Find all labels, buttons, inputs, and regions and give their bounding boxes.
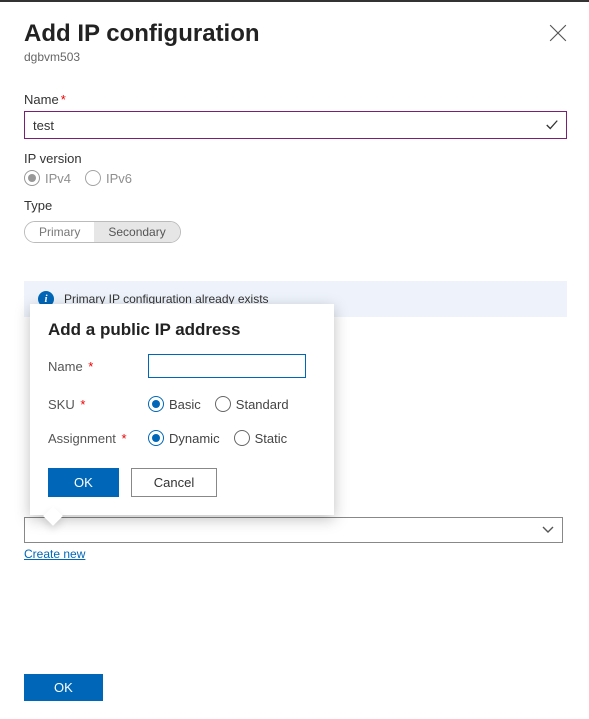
name-input-wrap [24, 111, 567, 139]
panel-title: Add IP configuration [24, 20, 567, 48]
type-pill-group: Primary Secondary [24, 221, 181, 243]
check-icon [545, 118, 559, 132]
popup-name-input[interactable] [148, 354, 306, 378]
popup-title: Add a public IP address [48, 320, 316, 340]
type-primary: Primary [25, 222, 94, 242]
popup-sku-label: SKU * [48, 397, 148, 412]
name-field: Name* [24, 92, 567, 139]
assignment-static-label: Static [255, 431, 288, 446]
ok-button[interactable]: OK [24, 674, 103, 701]
popup-name-label: Name * [48, 359, 148, 374]
chevron-down-icon [542, 521, 554, 539]
name-label: Name* [24, 92, 567, 107]
popup-ok-button[interactable]: OK [48, 468, 119, 497]
add-public-ip-popup: Add a public IP address Name * SKU * Bas… [30, 304, 334, 515]
popup-cancel-button[interactable]: Cancel [131, 468, 217, 497]
ipv6-label: IPv6 [106, 171, 132, 186]
sku-standard-label: Standard [236, 397, 289, 412]
public-ip-select[interactable] [24, 517, 563, 543]
popup-buttons: OK Cancel [48, 468, 316, 497]
ipversion-field: IP version IPv4 IPv6 [24, 151, 567, 186]
panel-subtitle: dgbvm503 [24, 50, 567, 64]
footer: OK [24, 674, 103, 701]
create-new-link[interactable]: Create new [24, 547, 85, 561]
name-input[interactable] [24, 111, 567, 139]
popup-assignment-label: Assignment * [48, 431, 148, 446]
assignment-dynamic-radio[interactable]: Dynamic [148, 430, 220, 446]
type-label: Type [24, 198, 567, 213]
ipv4-label: IPv4 [45, 171, 71, 186]
assignment-static-radio[interactable]: Static [234, 430, 288, 446]
ipv4-radio: IPv4 [24, 170, 71, 186]
close-icon[interactable] [549, 24, 567, 42]
ipversion-radio-row: IPv4 IPv6 [24, 170, 567, 186]
public-ip-row: Create new [24, 517, 567, 563]
popup-name-row: Name * [48, 354, 316, 378]
sku-basic-radio[interactable]: Basic [148, 396, 201, 412]
assignment-dynamic-label: Dynamic [169, 431, 220, 446]
popup-assignment-row: Assignment * Dynamic Static [48, 430, 316, 446]
sku-basic-label: Basic [169, 397, 201, 412]
ipv6-radio: IPv6 [85, 170, 132, 186]
sku-standard-radio[interactable]: Standard [215, 396, 289, 412]
type-secondary: Secondary [94, 222, 179, 242]
popup-sku-row: SKU * Basic Standard [48, 396, 316, 412]
type-field: Type Primary Secondary [24, 198, 567, 243]
ipversion-label: IP version [24, 151, 567, 166]
